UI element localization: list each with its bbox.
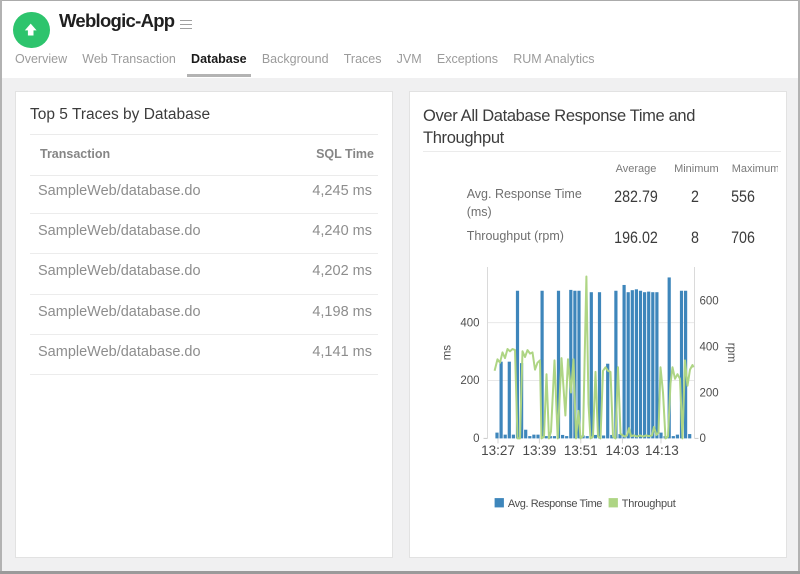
svg-text:ms: ms <box>442 345 454 361</box>
svg-text:200: 200 <box>700 387 719 399</box>
svg-text:13:39: 13:39 <box>523 443 557 458</box>
svg-text:0: 0 <box>473 433 479 445</box>
svg-text:400: 400 <box>700 342 719 354</box>
svg-text:Avg. Response Time: Avg. Response Time <box>508 498 602 510</box>
svg-text:200: 200 <box>460 375 479 387</box>
svg-text:400: 400 <box>460 317 479 329</box>
svg-text:600: 600 <box>700 296 719 308</box>
svg-text:14:13: 14:13 <box>645 443 679 458</box>
svg-text:0: 0 <box>700 433 706 445</box>
svg-text:Throughput: Throughput <box>622 498 676 510</box>
svg-text:13:51: 13:51 <box>564 443 598 458</box>
svg-text:14:03: 14:03 <box>606 443 640 458</box>
svg-text:rpm: rpm <box>725 343 737 363</box>
svg-text:13:27: 13:27 <box>481 443 515 458</box>
